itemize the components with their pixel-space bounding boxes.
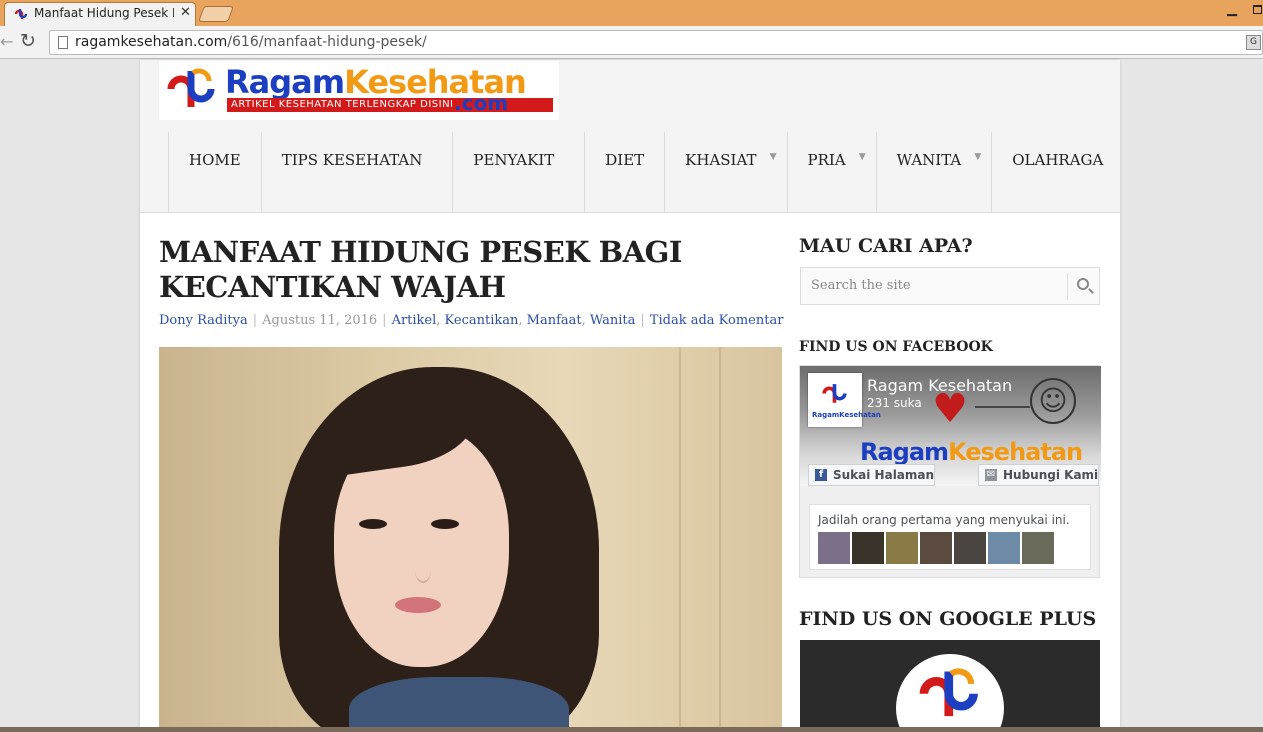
gplus-heading: FIND US ON GOOGLE PLUS [799,608,1097,630]
minimize-icon[interactable]: ▁ [1227,2,1237,17]
featured-image [159,347,782,732]
heart-icon: ♥ [932,386,968,432]
nose-shape [415,557,431,583]
translate-icon[interactable]: G [1246,35,1261,50]
post-title: MANFAAT HIDUNG PESEK BAGI KECANTIKAN WAJ… [159,235,682,304]
search-heading: MAU CARI APA? [799,235,973,257]
url-host: ragamkesehatan.com [75,34,228,50]
browser-tab[interactable]: Manfaat Hidung Pesek Ba ✕ [4,2,196,26]
search-input[interactable]: Search the site [800,267,1100,305]
post-author-link[interactable]: Dony Raditya [159,313,248,328]
facebook-icon: f [815,469,827,481]
thumb-label: RagamKesehatan [812,411,881,419]
eye-shape [431,519,459,529]
friend-avatar[interactable] [886,532,918,564]
search-placeholder: Search the site [811,278,911,293]
friend-avatar[interactable] [1022,532,1054,564]
message-icon: ✉ [985,469,997,481]
facebook-page-name[interactable]: Ragam Kesehatan [867,376,1012,395]
url-path: /616/manfaat-hidung-pesek/ [227,34,427,50]
search-button[interactable] [1067,273,1099,300]
post-date: Agustus 11, 2016 [262,313,378,328]
lips-shape [395,597,441,613]
friend-avatar[interactable] [818,532,850,564]
cover-wordmark: RagamKesehatan [860,438,1083,466]
category-link[interactable]: Wanita [590,313,636,328]
meta-separator: | [382,313,387,328]
nav-item-home[interactable]: HOME [168,132,261,212]
chevron-down-icon: ▼ [769,152,777,162]
facebook-cover[interactable]: ♥ ☺ RagamKesehatan RagamKesehatan Ragam … [800,366,1101,486]
facebook-page-avatar[interactable]: RagamKesehatan [808,373,881,427]
chevron-down-icon: ▼ [974,152,982,162]
chevron-down-icon: ▼ [858,152,866,162]
new-tab-button[interactable] [198,6,234,22]
meta-separator: | [252,313,258,328]
friend-avatar[interactable] [954,532,986,564]
tab-close-icon[interactable]: ✕ [180,5,191,20]
pulse-line [975,406,1030,408]
facebook-widget: ♥ ☺ RagamKesehatan RagamKesehatan Ragam … [799,365,1101,578]
facebook-friends-text: Jadilah orang pertama yang menyukai ini. [818,513,1070,527]
reload-icon[interactable]: ↻ [20,30,36,52]
facebook-heading: FIND US ON FACEBOOK [799,339,993,355]
facebook-like-count: 231 suka [867,396,922,410]
category-link[interactable]: Artikel [392,313,437,328]
gplus-widget[interactable] [800,640,1100,732]
wall-plank [719,347,721,732]
friend-avatar[interactable] [920,532,952,564]
post-meta: Dony Raditya | Agustus 11, 2016 | Artikel, K… [159,313,784,328]
browser-toolbar: ← ↻ ragamkesehatan.com/616/manfaat-hidun… [0,26,1263,59]
facebook-friends-box: Jadilah orang pertama yang menyukai ini. [809,504,1091,570]
nav-item-pria[interactable]: PRIA ▼ [786,132,876,212]
address-bar[interactable]: ragamkesehatan.com/616/manfaat-hidung-pe… [49,30,1263,55]
friend-avatar[interactable] [852,532,884,564]
category-link[interactable]: Kecantikan [445,313,519,328]
wall-plank [679,347,681,732]
page-icon [58,36,68,49]
comments-link[interactable]: Tidak ada Komentar [650,313,784,328]
friend-avatar[interactable] [988,532,1020,564]
nav-item-khasiat[interactable]: KHASIAT ▼ [664,132,786,212]
url-text[interactable]: ragamkesehatan.com/616/manfaat-hidung-pe… [75,34,427,50]
main-nav: HOME TIPS KESEHATAN PENYAKIT DIET KHASIA… [168,132,1120,212]
category-link[interactable]: Manfaat [527,313,582,328]
gplus-avatar[interactable] [896,654,1004,732]
nav-item-tips-kesehatan[interactable]: TIPS KESEHATAN [260,132,453,212]
logo-mark-icon [822,384,847,403]
logo-mark-icon [919,668,978,717]
friend-avatars [818,532,1054,564]
facebook-like-button[interactable]: f Sukai Halaman [808,464,936,486]
eye-shape [359,519,387,529]
search-icon [1077,278,1089,290]
site-logo[interactable]: RagamKesehatan ARTIKEL KESEHATAN TERLENG… [159,61,559,120]
facebook-contact-button[interactable]: ✉ Hubungi Kami [978,464,1100,486]
page-container: RagamKesehatan ARTIKEL KESEHATAN TERLENG… [140,60,1120,732]
nav-item-olahraga[interactable]: OLAHRAGA [991,132,1120,212]
browser-titlebar: Manfaat Hidung Pesek Ba ✕ ▁ [0,0,1263,26]
nav-item-penyakit[interactable]: PENYAKIT [452,132,584,212]
maximize-icon[interactable] [1253,5,1262,14]
logo-suffix: .com [454,91,509,115]
taskbar-strip [0,727,1263,732]
tab-title: Manfaat Hidung Pesek Ba [34,6,174,20]
logo-mark-icon [167,68,215,107]
nav-item-wanita[interactable]: WANITA ▼ [875,132,992,212]
back-arrow-icon[interactable]: ← [0,32,13,51]
site-header: RagamKesehatan ARTIKEL KESEHATAN TERLENG… [140,60,1120,213]
site-favicon-icon [14,9,28,19]
meta-separator: | [640,313,645,328]
nav-item-diet[interactable]: DIET [584,132,664,212]
collar-shape [349,677,569,732]
person-icon: ☺ [1030,378,1076,424]
